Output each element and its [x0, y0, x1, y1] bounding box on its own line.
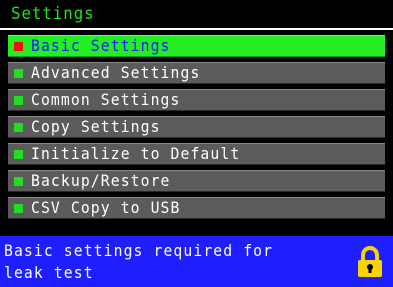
menu-item-label: Initialize to Default [31, 144, 241, 163]
menu-item-copy-settings[interactable]: Copy Settings [8, 116, 385, 138]
menu-item-initialize-to-default[interactable]: Initialize to Default [8, 143, 385, 165]
menu-item-advanced-settings[interactable]: Advanced Settings [8, 62, 385, 84]
lock-icon [358, 246, 382, 277]
menu-item-common-settings[interactable]: Common Settings [8, 89, 385, 111]
screen-title: Settings [11, 4, 95, 24]
bullet-icon [14, 150, 23, 159]
menu-item-basic-settings[interactable]: Basic Settings [8, 35, 385, 57]
title-bar: Settings [0, 0, 393, 30]
menu-item-label: Advanced Settings [31, 63, 201, 82]
menu-item-label: Backup/Restore [31, 171, 171, 190]
menu-item-label: Copy Settings [31, 117, 161, 136]
menu-item-label: CSV Copy to USB [31, 198, 181, 217]
bullet-icon [14, 204, 23, 213]
bullet-icon [14, 69, 23, 78]
bullet-icon [14, 177, 23, 186]
menu-item-label: Common Settings [31, 90, 181, 109]
description-text: Basic settings required for leak test [4, 241, 274, 282]
menu-item-label: Basic Settings [31, 36, 171, 55]
menu-item-backup-restore[interactable]: Backup/Restore [8, 170, 385, 192]
settings-screen: Settings Basic Settings Advanced Setting… [0, 0, 393, 287]
description-bar: Basic settings required for leak test [0, 236, 393, 287]
selected-bullet-icon [14, 42, 23, 51]
bullet-icon [14, 96, 23, 105]
menu-item-csv-copy-to-usb[interactable]: CSV Copy to USB [8, 197, 385, 219]
bullet-icon [14, 123, 23, 132]
